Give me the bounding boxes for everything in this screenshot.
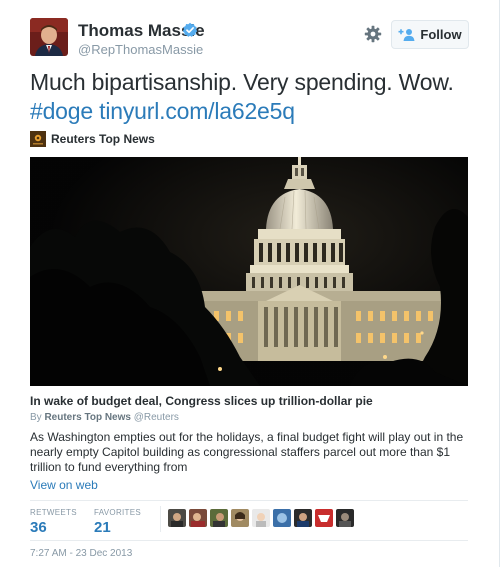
avatar[interactable] <box>315 509 333 527</box>
card-photo[interactable] <box>30 157 468 386</box>
avatar[interactable] <box>294 509 312 527</box>
tweet-text-body: Much bipartisanship. Very spending. Wow. <box>30 69 454 95</box>
avatar[interactable] <box>210 509 228 527</box>
avatar[interactable] <box>336 509 354 527</box>
avatar[interactable] <box>252 509 270 527</box>
tweet-timestamp[interactable]: 7:27 AM - 23 Dec 2013 <box>30 548 132 559</box>
user-handle[interactable]: @RepThomasMassie <box>78 42 203 57</box>
stats-divider-top <box>30 500 468 501</box>
avatar[interactable] <box>273 509 291 527</box>
follow-button-label: Follow <box>420 27 462 42</box>
favorites-stat[interactable]: FAVORITES 21 <box>94 508 141 536</box>
follow-button[interactable]: Follow <box>391 20 469 49</box>
view-on-web-link[interactable]: View on web <box>30 478 98 492</box>
gear-icon[interactable] <box>364 25 382 43</box>
avatar[interactable] <box>168 509 186 527</box>
favorites-count: 21 <box>94 519 111 536</box>
stats-separator <box>160 506 161 532</box>
tweet-text: Much bipartisanship. Very spending. Wow.… <box>30 68 470 126</box>
card-byline-name[interactable]: Reuters Top News <box>44 412 131 423</box>
card-source-name: Reuters Top News <box>51 132 155 146</box>
card-byline-handle[interactable]: @Reuters <box>134 412 179 423</box>
url-link[interactable]: tinyurl.com/la62e5q <box>99 98 295 124</box>
verified-badge-icon <box>182 22 198 37</box>
favorites-label: FAVORITES <box>94 508 142 517</box>
card-source[interactable]: Reuters Top News <box>30 130 155 148</box>
retweets-stat[interactable]: RETWEETS 36 <box>30 508 77 536</box>
favoriting-users-avatars <box>168 509 354 527</box>
retweets-count: 36 <box>30 519 47 536</box>
avatar[interactable] <box>189 509 207 527</box>
card-title[interactable]: In wake of budget deal, Congress slices … <box>30 394 373 408</box>
reuters-logo-icon <box>30 131 46 147</box>
card-description: As Washington empties out for the holida… <box>30 430 464 474</box>
card-byline: By Reuters Top News @Reuters <box>30 412 179 423</box>
card-byline-prefix: By <box>30 412 42 423</box>
avatar[interactable] <box>231 509 249 527</box>
retweets-label: RETWEETS <box>30 508 77 517</box>
hashtag-link[interactable]: #doge <box>30 98 93 124</box>
follow-person-plus-icon <box>398 29 415 41</box>
tweet-card: Thomas Massie @RepThomasMassie Follow Mu… <box>0 0 500 567</box>
stats-divider-bottom <box>30 540 468 541</box>
user-avatar[interactable] <box>30 18 68 56</box>
